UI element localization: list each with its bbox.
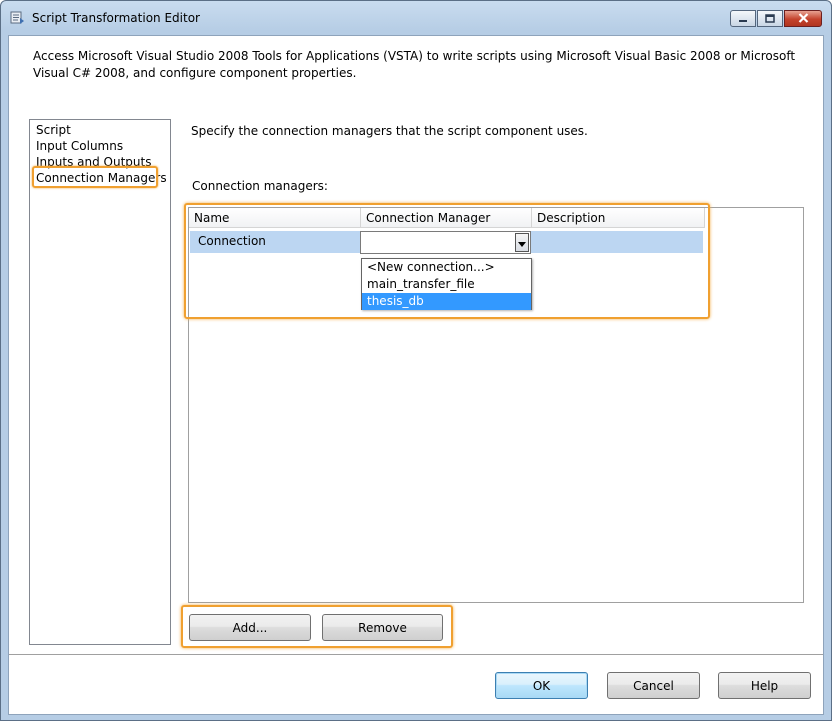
minimize-icon (738, 12, 748, 26)
page-navigation: Script Input Columns Inputs and Outputs … (29, 119, 171, 645)
help-button[interactable]: Help (718, 672, 811, 699)
maximize-button[interactable] (757, 10, 783, 27)
selected-nav-highlight (32, 166, 158, 188)
connection-managers-label: Connection managers: (192, 179, 328, 193)
ok-button[interactable]: OK (495, 672, 588, 699)
maximize-icon (765, 12, 775, 26)
window-title: Script Transformation Editor (32, 11, 200, 25)
buttons-highlight (181, 605, 453, 648)
grid-highlight (184, 203, 710, 319)
nav-item-input-columns[interactable]: Input Columns (36, 138, 123, 154)
dialog-description: Access Microsoft Visual Studio 2008 Tool… (33, 49, 796, 80)
script-transformation-icon (10, 10, 25, 25)
dialog-window: Script Transformation Editor Access Micr… (0, 0, 832, 721)
title-bar: Script Transformation Editor (1, 1, 831, 35)
dialog-client-area: Access Microsoft Visual Studio 2008 Tool… (8, 35, 824, 715)
page-instruction: Specify the connection managers that the… (191, 124, 588, 138)
nav-item-script[interactable]: Script (36, 122, 71, 138)
close-icon (798, 12, 809, 26)
cancel-button[interactable]: Cancel (607, 672, 700, 699)
close-button[interactable] (784, 10, 822, 27)
minimize-button[interactable] (730, 10, 756, 27)
footer-separator-light (9, 655, 823, 656)
